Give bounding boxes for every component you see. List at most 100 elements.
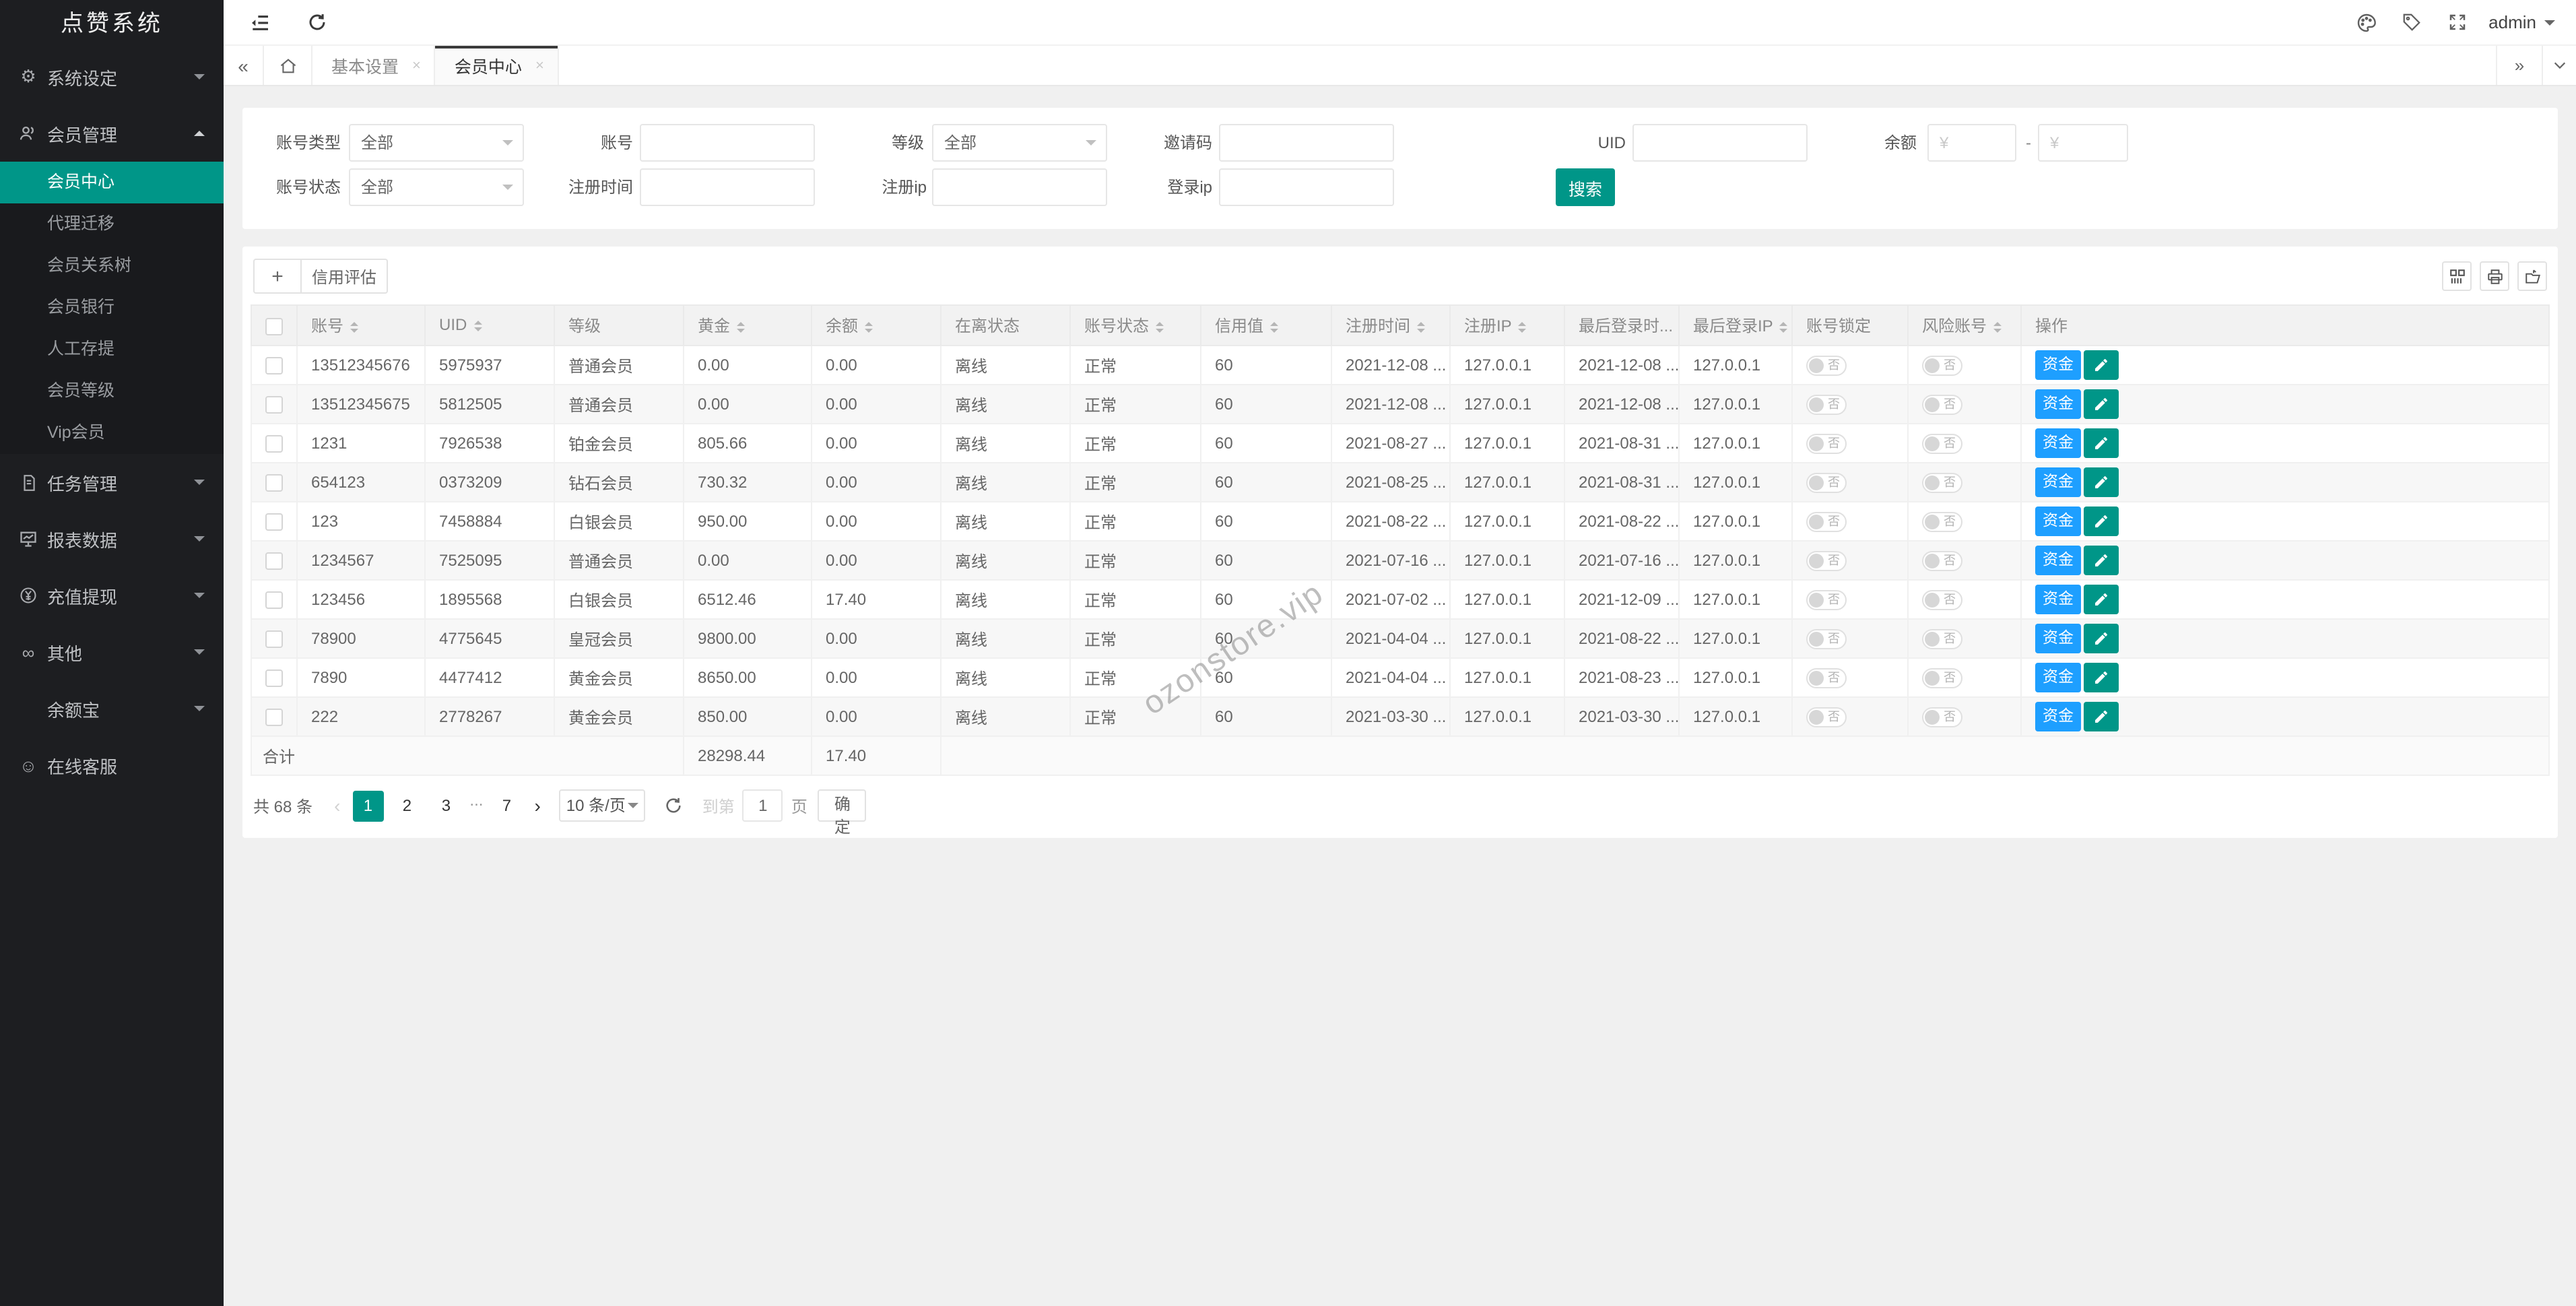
fund-button[interactable]: 资金: [2035, 546, 2081, 575]
edit-button[interactable]: [2084, 663, 2119, 692]
sidebar-subitem-agent-migration[interactable]: 代理迁移: [0, 203, 224, 245]
page-number-7[interactable]: 7: [491, 790, 522, 821]
column-header[interactable]: 账号: [296, 304, 426, 346]
column-header[interactable]: UID: [424, 304, 555, 346]
sort-icon[interactable]: [473, 317, 482, 335]
export-icon[interactable]: [2517, 261, 2547, 291]
tab-close-icon[interactable]: ×: [412, 57, 421, 73]
tabs-scroll-left-icon[interactable]: «: [224, 46, 264, 85]
fund-button[interactable]: 资金: [2035, 507, 2081, 536]
toggle-off-switch[interactable]: 否: [1922, 355, 1962, 376]
uid-input[interactable]: [1632, 124, 1808, 162]
sort-icon[interactable]: [1417, 318, 1426, 337]
balance-max-input[interactable]: [2038, 124, 2128, 162]
balance-min-input[interactable]: [1927, 124, 2016, 162]
sidebar-subitem-member-level[interactable]: 会员等级: [0, 370, 224, 412]
search-button[interactable]: 搜索: [1556, 168, 1615, 206]
select-all-checkbox[interactable]: [265, 317, 282, 335]
fund-button[interactable]: 资金: [2035, 624, 2081, 653]
row-checkbox[interactable]: [265, 435, 282, 453]
tabs-scroll-right-icon[interactable]: »: [2496, 46, 2542, 85]
fund-button[interactable]: 资金: [2035, 467, 2081, 497]
column-header[interactable]: 注册IP: [1449, 304, 1565, 346]
account-type-select[interactable]: 全部: [349, 124, 524, 162]
toggle-off-switch[interactable]: 否: [1806, 511, 1847, 532]
collapse-sidebar-icon[interactable]: [237, 0, 283, 45]
column-header[interactable]: 风险账号: [1907, 304, 2022, 346]
page-number-2[interactable]: 2: [391, 790, 422, 821]
toggle-off-switch[interactable]: 否: [1806, 667, 1847, 688]
pagination-refresh-icon[interactable]: [665, 796, 684, 815]
theme-palette-icon[interactable]: [2343, 0, 2389, 45]
sidebar-item-others[interactable]: ∞ 其他: [0, 624, 224, 680]
fund-button[interactable]: 资金: [2035, 428, 2081, 458]
toggle-off-switch[interactable]: 否: [1806, 472, 1847, 493]
column-header[interactable]: 账号状态: [1069, 304, 1201, 346]
home-tab-icon[interactable]: [264, 46, 312, 85]
row-checkbox[interactable]: [265, 709, 282, 727]
tab-close-icon[interactable]: ×: [535, 57, 544, 73]
per-page-select[interactable]: 10 条/页: [559, 789, 646, 822]
toggle-off-switch[interactable]: 否: [1806, 589, 1847, 610]
sidebar-item-recharge-withdraw[interactable]: 充值提现: [0, 567, 224, 624]
column-header[interactable]: 黄金: [683, 304, 812, 346]
login-ip-input[interactable]: [1219, 168, 1394, 206]
sidebar-subitem-member-bank[interactable]: 会员银行: [0, 287, 224, 329]
refresh-icon[interactable]: [294, 0, 339, 45]
row-checkbox[interactable]: [265, 357, 282, 375]
tag-icon[interactable]: [2389, 0, 2435, 45]
reg-ip-input[interactable]: [932, 168, 1107, 206]
level-select[interactable]: 全部: [932, 124, 1107, 162]
sidebar-item-yuebao[interactable]: 余额宝: [0, 680, 224, 737]
toggle-off-switch[interactable]: 否: [1922, 667, 1962, 688]
toggle-off-switch[interactable]: 否: [1806, 550, 1847, 571]
fund-button[interactable]: 资金: [2035, 585, 2081, 614]
tabs-menu-icon[interactable]: [2542, 46, 2576, 85]
fund-button[interactable]: 资金: [2035, 350, 2081, 380]
jump-confirm-button[interactable]: 确定: [818, 789, 867, 837]
column-header[interactable]: 信用值: [1200, 304, 1332, 346]
print-icon[interactable]: [2480, 261, 2509, 291]
account-status-select[interactable]: 全部: [349, 168, 524, 206]
add-member-button[interactable]: +: [253, 259, 302, 294]
toggle-off-switch[interactable]: 否: [1922, 589, 1962, 610]
toggle-columns-icon[interactable]: [2442, 261, 2472, 291]
column-header[interactable]: 最后登录IP: [1678, 304, 1793, 346]
sidebar-subitem-manual-deposit[interactable]: 人工存提: [0, 329, 224, 370]
sidebar-item-member-management[interactable]: 会员管理: [0, 105, 224, 162]
edit-button[interactable]: [2084, 585, 2119, 614]
reg-time-input[interactable]: [640, 168, 815, 206]
edit-button[interactable]: [2084, 389, 2119, 419]
edit-button[interactable]: [2084, 428, 2119, 458]
page-number-3[interactable]: 3: [430, 790, 461, 821]
row-checkbox[interactable]: [265, 670, 282, 688]
sort-icon[interactable]: [1156, 318, 1164, 337]
toggle-off-switch[interactable]: 否: [1922, 472, 1962, 493]
page-next-icon[interactable]: ›: [534, 795, 540, 816]
sort-icon[interactable]: [865, 318, 873, 337]
sidebar-item-online-service[interactable]: ☺ 在线客服: [0, 737, 224, 793]
edit-button[interactable]: [2084, 546, 2119, 575]
sort-icon[interactable]: [737, 318, 746, 337]
sort-icon[interactable]: [350, 318, 359, 337]
fund-button[interactable]: 资金: [2035, 663, 2081, 692]
tab-1[interactable]: 基本设置 ×: [312, 46, 436, 85]
tab-2[interactable]: 会员中心 ×: [435, 46, 559, 85]
toggle-off-switch[interactable]: 否: [1922, 628, 1962, 649]
sort-icon[interactable]: [1993, 318, 2002, 337]
page-prev-icon[interactable]: ‹: [334, 795, 340, 816]
sort-icon[interactable]: [1779, 318, 1788, 337]
jump-page-input[interactable]: [742, 789, 783, 822]
toggle-off-switch[interactable]: 否: [1806, 355, 1847, 376]
account-input[interactable]: [640, 124, 815, 162]
sidebar-subitem-member-center[interactable]: 会员中心: [0, 162, 224, 203]
fund-button[interactable]: 资金: [2035, 702, 2081, 731]
toggle-off-switch[interactable]: 否: [1806, 628, 1847, 649]
row-checkbox[interactable]: [265, 513, 282, 531]
edit-button[interactable]: [2084, 467, 2119, 497]
edit-button[interactable]: [2084, 507, 2119, 536]
toggle-off-switch[interactable]: 否: [1922, 707, 1962, 727]
edit-button[interactable]: [2084, 702, 2119, 731]
credit-eval-button[interactable]: 信用评估: [302, 259, 388, 294]
toggle-off-switch[interactable]: 否: [1806, 433, 1847, 454]
